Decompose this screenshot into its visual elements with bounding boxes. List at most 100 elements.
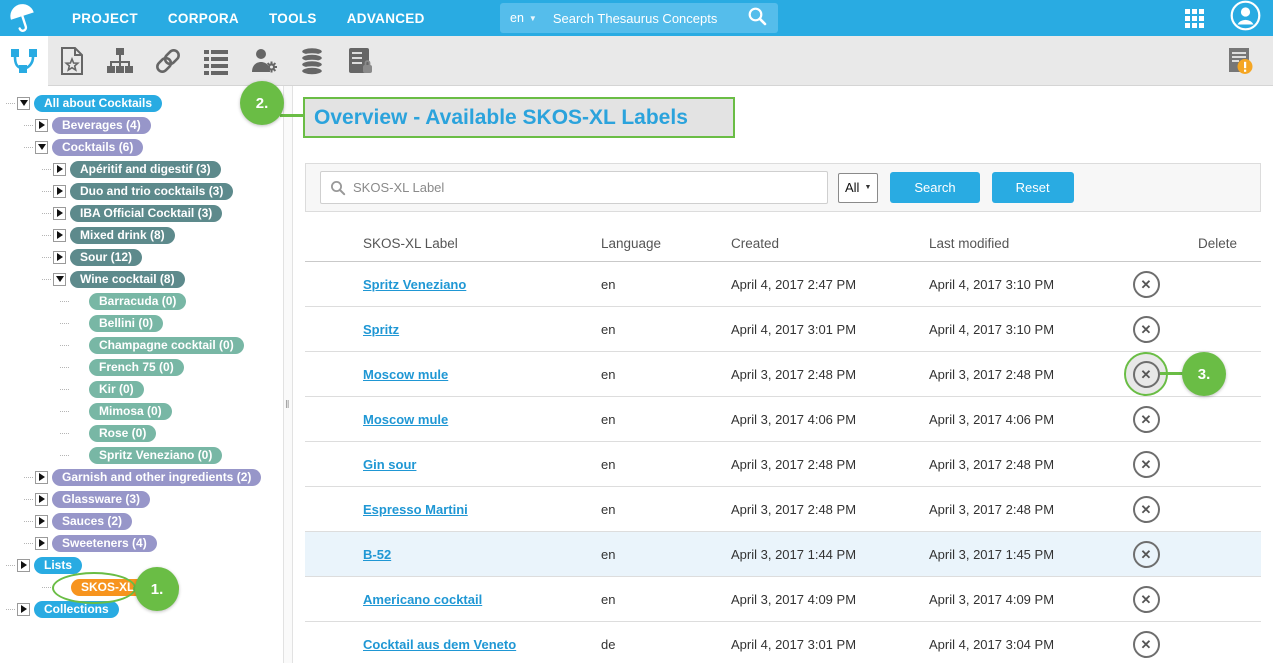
tree-expand-toggle-icon[interactable] xyxy=(53,163,66,176)
tree-expand-toggle-icon[interactable] xyxy=(53,185,66,198)
menu-item-project[interactable]: PROJECT xyxy=(72,11,138,26)
label-link-espresso-martini[interactable]: Espresso Martini xyxy=(363,502,468,517)
tree-item-rose-0[interactable]: Rose (0) xyxy=(89,425,156,442)
label-link-gin-sour[interactable]: Gin sour xyxy=(363,457,416,472)
tree-collapse-toggle-icon[interactable] xyxy=(17,97,30,110)
tree-item-skos-xl-label[interactable]: SKOS-XL Label xyxy=(71,579,179,596)
tree-item-cocktails-6[interactable]: Cocktails (6) xyxy=(52,139,143,156)
server-lock-icon[interactable] xyxy=(336,36,384,86)
label-link-spritz[interactable]: Spritz xyxy=(363,322,399,337)
app-logo-umbrella-icon[interactable] xyxy=(0,0,46,36)
tree-item-bellini-0[interactable]: Bellini (0) xyxy=(89,315,163,332)
label-link-moscow-mule[interactable]: Moscow mule xyxy=(363,367,448,382)
tree-expand-toggle-icon[interactable] xyxy=(53,251,66,264)
tree-item-wine-cocktail-8[interactable]: Wine cocktail (8) xyxy=(70,271,185,288)
tree-expand-toggle-icon[interactable] xyxy=(35,515,48,528)
label-link-b-52[interactable]: B-52 xyxy=(363,547,391,562)
tree-item-garnish-and-other-ingredients-2[interactable]: Garnish and other ingredients (2) xyxy=(52,469,261,486)
menu-item-tools[interactable]: TOOLS xyxy=(269,11,317,26)
search-icon[interactable] xyxy=(746,5,768,32)
tree-item-beverages-4[interactable]: Beverages (4) xyxy=(52,117,151,134)
delete-button-row-7[interactable]: ✕ xyxy=(1133,541,1160,568)
menu-item-corpora[interactable]: CORPORA xyxy=(168,11,239,26)
label-link-spritz-veneziano[interactable]: Spritz Veneziano xyxy=(363,277,466,292)
search-language-selector[interactable]: en ▼ xyxy=(510,11,537,25)
tree-item-sweeteners-4[interactable]: Sweeteners (4) xyxy=(52,535,157,552)
delete-button-row-8[interactable]: ✕ xyxy=(1133,586,1160,613)
taxonomy-tree-icon[interactable] xyxy=(0,36,48,86)
delete-button-row-6[interactable]: ✕ xyxy=(1133,496,1160,523)
delete-button-row-2[interactable]: ✕ xyxy=(1133,316,1160,343)
link-icon[interactable] xyxy=(144,36,192,86)
table-row: Moscow muleenApril 3, 2017 2:48 PMApril … xyxy=(305,352,1261,397)
table-body: Spritz VenezianoenApril 4, 2017 2:47 PMA… xyxy=(305,262,1261,663)
tree-collapse-toggle-icon[interactable] xyxy=(53,273,66,286)
tree-guide-line xyxy=(42,279,51,280)
label-link-moscow-mule[interactable]: Moscow mule xyxy=(363,412,448,427)
user-settings-icon[interactable] xyxy=(240,36,288,86)
tree-item-sauces-2[interactable]: Sauces (2) xyxy=(52,513,132,530)
sidebar-splitter[interactable]: ‖ xyxy=(283,86,293,663)
tree-item-ap-ritif-and-digestif-3[interactable]: Apéritif and digestif (3) xyxy=(70,161,221,178)
tree-guide-line xyxy=(60,455,69,456)
tree-item-kir-0[interactable]: Kir (0) xyxy=(89,381,144,398)
tree-item-sour-12[interactable]: Sour (12) xyxy=(70,249,142,266)
delete-button-wrap: ✕ xyxy=(1124,532,1168,576)
label-link-cocktail-aus-dem-veneto[interactable]: Cocktail aus dem Veneto xyxy=(363,637,516,652)
top-navigation-bar: PROJECT CORPORA TOOLS ADVANCED en ▼ Search … xyxy=(0,0,1273,36)
label-search-field xyxy=(320,171,828,204)
tree-expand-toggle-icon[interactable] xyxy=(35,537,48,550)
tree-item-all-about-cocktails[interactable]: All about Cocktails xyxy=(34,95,162,112)
tree-item-glassware-3[interactable]: Glassware (3) xyxy=(52,491,150,508)
tree-item-french-75-0[interactable]: French 75 (0) xyxy=(89,359,184,376)
language-cell: en xyxy=(601,322,731,337)
delete-button-row-9[interactable]: ✕ xyxy=(1133,631,1160,658)
menu-item-advanced[interactable]: ADVANCED xyxy=(347,11,425,26)
tree-item-spritz-veneziano-0[interactable]: Spritz Veneziano (0) xyxy=(89,447,222,464)
label-search-input[interactable] xyxy=(353,180,793,195)
report-warning-icon[interactable] xyxy=(1217,36,1265,86)
label-link-americano-cocktail[interactable]: Americano cocktail xyxy=(363,592,482,607)
tree-collapse-toggle-icon[interactable] xyxy=(35,141,48,154)
tree-item-mixed-drink-8[interactable]: Mixed drink (8) xyxy=(70,227,175,244)
database-icon[interactable] xyxy=(288,36,336,86)
created-cell: April 3, 2017 2:48 PM xyxy=(731,502,929,517)
tree-expand-toggle-icon[interactable] xyxy=(35,471,48,484)
apps-grid-icon[interactable] xyxy=(1185,9,1204,28)
user-avatar-icon[interactable] xyxy=(1230,0,1261,36)
language-filter-select[interactable]: All ▼ xyxy=(838,173,878,203)
tree-expand-toggle-icon[interactable] xyxy=(17,603,30,616)
delete-button-row-3[interactable]: ✕ xyxy=(1133,361,1160,388)
tree-expand-toggle-icon[interactable] xyxy=(35,493,48,506)
tree-row: All about Cocktails xyxy=(0,92,283,114)
document-star-icon[interactable] xyxy=(48,36,96,86)
tree-item-lists[interactable]: Lists xyxy=(34,557,82,574)
tree-item-mimosa-0[interactable]: Mimosa (0) xyxy=(89,403,172,420)
tree-expand-toggle-icon[interactable] xyxy=(53,229,66,242)
list-icon[interactable] xyxy=(192,36,240,86)
delete-button-row-4[interactable]: ✕ xyxy=(1133,406,1160,433)
tree-row: Wine cocktail (8) xyxy=(0,268,283,290)
delete-button-wrap: ✕ xyxy=(1124,487,1168,531)
thesaurus-search-input[interactable]: Search Thesaurus Concepts xyxy=(553,11,746,26)
tree-expand-toggle-icon[interactable] xyxy=(35,119,48,132)
created-cell: April 4, 2017 3:01 PM xyxy=(731,322,929,337)
delete-button-row-1[interactable]: ✕ xyxy=(1133,271,1160,298)
tree-item-champagne-cocktail-0[interactable]: Champagne cocktail (0) xyxy=(89,337,244,354)
tree-item-collections[interactable]: Collections xyxy=(34,601,119,618)
tree-item-iba-official-cocktail-3[interactable]: IBA Official Cocktail (3) xyxy=(70,205,222,222)
tree-guide-line xyxy=(42,257,51,258)
created-cell: April 3, 2017 2:48 PM xyxy=(731,457,929,472)
reset-button[interactable]: Reset xyxy=(992,172,1074,203)
search-button[interactable]: Search xyxy=(890,172,979,203)
delete-button-ring-annotation: ✕ xyxy=(1124,352,1168,396)
table-row: Espresso MartinienApril 3, 2017 2:48 PMA… xyxy=(305,487,1261,532)
sitemap-icon[interactable] xyxy=(96,36,144,86)
tree-expand-toggle-icon[interactable] xyxy=(17,559,30,572)
tree-item-duo-and-trio-cocktails-3[interactable]: Duo and trio cocktails (3) xyxy=(70,183,233,200)
tree-guide-line xyxy=(6,565,15,566)
delete-button-row-5[interactable]: ✕ xyxy=(1133,451,1160,478)
tree-expand-toggle-icon[interactable] xyxy=(53,207,66,220)
table-row: Americano cocktailenApril 3, 2017 4:09 P… xyxy=(305,577,1261,622)
tree-item-barracuda-0[interactable]: Barracuda (0) xyxy=(89,293,186,310)
